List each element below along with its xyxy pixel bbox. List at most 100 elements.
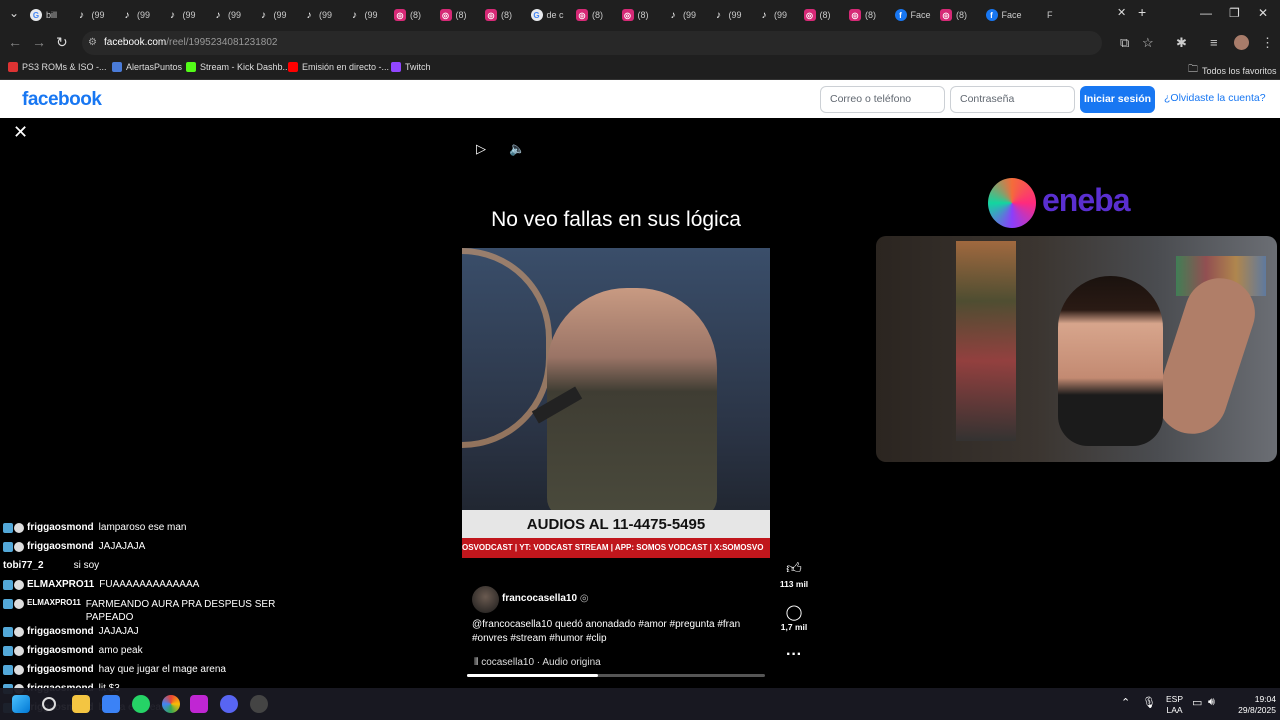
chat-username: ELMAXPRO11 <box>27 579 95 590</box>
audio-track[interactable]: ⦀ cocasella10 · Audio origina <box>474 657 601 668</box>
chat-badges <box>3 646 24 656</box>
windows-taskbar: ⌃ 🎙︎ ESP LAA ▭ 🔊︎ 19:04 29/8/2025 <box>0 688 1280 720</box>
password-field[interactable]: Contraseña <box>950 86 1075 113</box>
close-reel-icon[interactable]: ✕ <box>13 122 28 143</box>
bookmark-item[interactable]: Twitch <box>391 62 431 72</box>
tab-12[interactable]: ◎ (8) <box>576 4 616 26</box>
tab-8[interactable]: ◎ (8) <box>394 4 434 26</box>
tab-13[interactable]: ◎ (8) <box>621 4 662 26</box>
mic-icon[interactable]: 🎙︎ <box>1142 696 1156 709</box>
tab-0[interactable]: Gbill <box>30 4 70 26</box>
file-explorer-icon[interactable] <box>72 695 90 713</box>
clock[interactable]: 19:04 29/8/2025 <box>1226 694 1276 716</box>
all-bookmarks[interactable]: 🗀 Todos los favoritos <box>1188 62 1277 79</box>
like-button[interactable]: 👍︎ 113 mil <box>774 560 814 589</box>
sub-badge-icon <box>3 646 13 656</box>
bookmark-item[interactable]: PS3 ROMs & ISO -... <box>8 62 107 72</box>
bookmark-item[interactable]: Stream - Kick Dashb... <box>186 62 290 72</box>
tab-label: (99 <box>319 10 333 20</box>
tab-19[interactable]: f Face <box>894 4 935 26</box>
search-icon[interactable] <box>42 697 56 711</box>
chrome-icon[interactable] <box>162 695 180 713</box>
chat-username: tobi77_2 <box>3 560 44 571</box>
tab-14[interactable]: ♪ (99 <box>667 4 707 26</box>
back-icon[interactable]: ← <box>8 34 22 50</box>
close-tab-icon[interactable]: ✕ <box>1117 6 1126 19</box>
bookmark-favicon-icon <box>112 62 122 72</box>
tab-label: (8) <box>956 10 967 20</box>
tiktok-icon: ♪ <box>670 9 676 21</box>
facebook-logo[interactable]: facebook <box>22 89 102 111</box>
volume-tray-icon[interactable]: 🔊︎ <box>1208 696 1215 709</box>
app-icon[interactable] <box>190 695 208 713</box>
author-name[interactable]: francocasella10 ◎ <box>502 593 589 604</box>
tab-21[interactable]: f Face <box>985 4 1026 26</box>
tab-10[interactable]: ◎ (8) <box>485 4 525 26</box>
bookmark-item[interactable]: AlertasPuntos <box>112 62 182 72</box>
reel-video[interactable]: AUDIOS AL 11-4475-5495 OSVODCAST | YT: V… <box>462 248 770 558</box>
video-progress-bar[interactable] <box>467 674 765 677</box>
comment-button[interactable]: ◯ 1,7 mil <box>774 603 814 632</box>
tab-4[interactable]: ♪ (99 <box>212 4 252 26</box>
address-bar[interactable]: ⚙ facebook.com/reel/1995234081231802 <box>82 31 1102 55</box>
play-icon[interactable]: ▷ <box>476 141 486 157</box>
insta-icon: ◎ <box>849 9 861 21</box>
login-button[interactable]: Iniciar sesión <box>1080 86 1155 113</box>
tab-search-chevron-icon[interactable]: ⌄ <box>9 6 19 20</box>
window-close-icon[interactable]: ✕ <box>1258 6 1268 20</box>
discord-icon[interactable] <box>220 695 238 713</box>
start-icon[interactable] <box>12 695 30 713</box>
tab-11[interactable]: Gde c <box>530 4 571 26</box>
tab-7[interactable]: ♪ (99 <box>349 4 389 26</box>
sub-badge-icon <box>3 523 13 533</box>
tab-1[interactable]: ♪ (99 <box>76 4 116 26</box>
author-avatar[interactable] <box>472 586 499 613</box>
extensions-icon[interactable]: ✱ <box>1176 35 1187 51</box>
bookmark-star-icon[interactable]: ☆ <box>1142 35 1154 51</box>
install-app-icon[interactable]: ⧉ <box>1120 35 1129 51</box>
tab-9[interactable]: ◎ (8) <box>439 4 480 26</box>
bookmark-label: Twitch <box>405 62 431 72</box>
chat-username: ELMAXPRO11 <box>27 598 81 607</box>
email-field[interactable]: Correo o teléfono <box>820 86 945 113</box>
tab-label: (99 <box>182 10 196 20</box>
tray-chevron-icon[interactable]: ⌃ <box>1121 696 1130 709</box>
sub-badge-icon <box>3 599 13 609</box>
obs-icon[interactable] <box>250 695 268 713</box>
volume-icon[interactable]: 🔈 <box>509 141 525 157</box>
browser-icon[interactable] <box>102 695 120 713</box>
tab-2[interactable]: ♪ (99 <box>121 4 161 26</box>
display-icon[interactable]: ▭ <box>1192 696 1202 709</box>
media-control-icon[interactable]: ≡ <box>1210 35 1218 50</box>
restore-icon[interactable]: ❐ <box>1229 6 1240 20</box>
tab-18[interactable]: ◎ (8) <box>849 4 889 26</box>
forgot-account-link[interactable]: ¿Olvidaste la cuenta? <box>1164 92 1266 104</box>
chat-username: friggaosmond <box>27 522 94 533</box>
site-info-icon[interactable]: ⚙ <box>88 31 97 55</box>
menu-icon[interactable]: ⋮ <box>1261 35 1274 51</box>
tab-6[interactable]: ♪ (99 <box>303 4 343 26</box>
tab-label: (8) <box>501 10 512 20</box>
chat-username: friggaosmond <box>27 645 94 656</box>
tiktok-icon: ♪ <box>761 9 767 21</box>
tab-20[interactable]: ◎ (8) <box>940 4 980 26</box>
tab-5[interactable]: ♪ (99 <box>258 4 298 26</box>
more-options-icon[interactable]: ··· <box>774 646 814 664</box>
profile-avatar[interactable] <box>1234 35 1249 50</box>
bookmark-label: AlertasPuntos <box>126 62 183 72</box>
language-indicator[interactable]: ESP LAA <box>1166 694 1183 716</box>
tab-active[interactable]: F <box>1031 4 1071 26</box>
reload-icon[interactable]: ↻ <box>56 34 68 51</box>
fb-icon: f <box>894 9 907 21</box>
bookmark-item[interactable]: Emisión en directo -... <box>288 62 389 72</box>
chat-text: FARMEANDO AURA PRA DESPEUS SER PAPEADO <box>86 598 276 624</box>
browser-toolbar: ← → ↻ ⚙ facebook.com/reel/19952340812318… <box>0 28 1280 58</box>
minimize-icon[interactable]: — <box>1200 6 1212 20</box>
forward-icon[interactable]: → <box>32 34 46 50</box>
tab-15[interactable]: ♪ (99 <box>713 4 753 26</box>
tab-16[interactable]: ♪ (99 <box>758 4 798 26</box>
new-tab-icon[interactable]: + <box>1138 4 1146 20</box>
tab-3[interactable]: ♪ (99 <box>167 4 207 26</box>
whatsapp-icon[interactable] <box>132 695 150 713</box>
tab-17[interactable]: ◎ (8) <box>803 4 844 26</box>
